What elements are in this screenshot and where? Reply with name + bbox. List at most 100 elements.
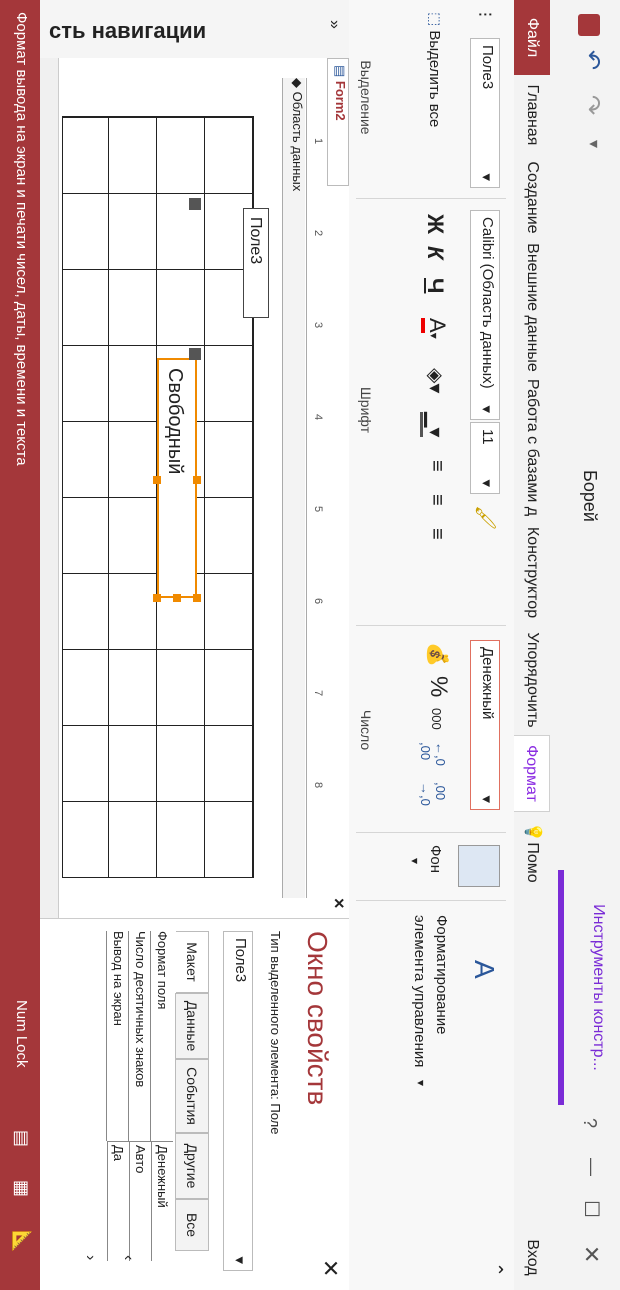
close-property-sheet-icon[interactable]: ✕ xyxy=(317,1259,343,1277)
bold-button[interactable]: Ж xyxy=(422,214,448,234)
property-object-select[interactable]: Поле3 ▾ xyxy=(223,931,253,1271)
title-bar: ↶ ↷ ▾ Борей Инструменты констр... ? — ☐ … xyxy=(550,0,620,1290)
move-handle[interactable] xyxy=(189,348,201,360)
background-image-icon[interactable] xyxy=(458,845,500,887)
line-color-icon[interactable]: ▁▾ xyxy=(420,412,448,438)
section-header[interactable]: ◆ Область данных xyxy=(282,78,305,898)
customize-toolbar-icon[interactable]: ▾ xyxy=(584,140,604,148)
chevron-down-icon: ▾ xyxy=(478,795,495,803)
move-handle[interactable] xyxy=(189,198,201,210)
resize-handle[interactable] xyxy=(153,594,161,602)
tab-database-tools[interactable]: Работа с базами д xyxy=(514,375,550,520)
help-icon[interactable]: ? xyxy=(579,1118,600,1128)
align-right-icon[interactable]: ≡ xyxy=(425,528,448,540)
italic-button[interactable]: К xyxy=(422,246,448,260)
label-control[interactable]: Поле3 xyxy=(243,208,269,318)
document-tab[interactable]: ▤ Form2 xyxy=(327,58,349,186)
lightbulb-icon: 💡 xyxy=(524,822,541,843)
scroll-right-icon[interactable]: › xyxy=(81,1255,99,1260)
tab-format[interactable]: Формат xyxy=(513,735,550,812)
horizontal-scrollbar[interactable] xyxy=(40,58,59,918)
property-tab-other[interactable]: Другие xyxy=(175,1133,209,1199)
tab-home[interactable]: Главная xyxy=(514,75,550,155)
number-group-label: Число xyxy=(358,709,374,751)
font-size-select[interactable]: 11 ▾ xyxy=(470,422,500,494)
tab-create[interactable]: Создание xyxy=(514,155,550,240)
form-icon: ▤ xyxy=(333,65,348,78)
layout-view-icon[interactable]: ▦ xyxy=(11,1180,32,1197)
chevron-down-icon: ▾ xyxy=(478,479,495,487)
decrease-decimal-button[interactable]: ,00 →,0 xyxy=(418,782,448,818)
conditional-format-icon[interactable]: A xyxy=(468,960,500,979)
ribbon: ⫶ Поле3 ▾ ⬚ Выделить все Выделение Calib… xyxy=(348,0,514,1290)
divider xyxy=(356,900,506,901)
underline-button[interactable]: Ч xyxy=(422,278,448,293)
form-view-icon[interactable]: ▤ xyxy=(11,1130,32,1147)
conditional-format-label-1[interactable]: Форматирование xyxy=(433,915,450,1035)
minimize-icon[interactable]: — xyxy=(581,1158,602,1176)
font-color-button[interactable]: A▾ xyxy=(421,318,450,339)
property-value[interactable]: Да xyxy=(107,1141,129,1261)
close-document-icon[interactable]: × xyxy=(328,898,349,909)
fill-color-icon[interactable]: ◈▾ xyxy=(423,368,448,393)
maximize-icon[interactable]: ☐ xyxy=(579,1200,604,1218)
save-icon[interactable] xyxy=(578,14,600,36)
format-painter-icon[interactable]: 🖌 xyxy=(473,505,498,530)
property-tab-events[interactable]: События xyxy=(175,1059,209,1133)
redo-icon[interactable]: ↷ xyxy=(577,95,606,115)
font-family-select[interactable]: Calibri (Область данных) ▾ xyxy=(470,210,500,420)
tab-external-data[interactable]: Внешние данные xyxy=(514,240,550,375)
nav-toggle-icon[interactable]: » xyxy=(325,20,343,29)
document-title: Борей xyxy=(580,470,600,522)
property-value[interactable]: Денежный xyxy=(151,1141,173,1261)
font-color-letter: A xyxy=(421,318,450,333)
resize-handle[interactable] xyxy=(173,594,181,602)
property-tab-data[interactable]: Данные xyxy=(175,993,209,1059)
tab-file[interactable]: Файл xyxy=(514,0,550,75)
document-tab-label: Form2 xyxy=(333,80,348,121)
close-icon[interactable]: ✕ xyxy=(578,1245,604,1263)
property-value[interactable]: Авто xyxy=(129,1141,151,1261)
resize-handle[interactable] xyxy=(193,476,201,484)
tab-signin[interactable]: Вход xyxy=(514,1230,550,1285)
chevron-down-icon: ▾ xyxy=(414,1080,428,1087)
ruler-mark: 7 xyxy=(312,690,324,697)
section-label: Область данных xyxy=(290,91,305,192)
property-name: Число десятичных знаков xyxy=(128,931,151,1141)
increase-decimal-button[interactable]: ←,0 ,00 xyxy=(418,742,448,778)
collapse-ribbon-icon[interactable]: ⌃ xyxy=(485,1262,506,1277)
font-size-value: 11 xyxy=(479,429,496,445)
align-center-icon[interactable]: ≡ xyxy=(425,494,448,506)
resize-handle[interactable] xyxy=(193,594,201,602)
resize-handle[interactable] xyxy=(153,476,161,484)
percent-button[interactable]: % xyxy=(424,676,452,697)
font-group-label: Шрифт xyxy=(358,386,374,434)
design-view-icon[interactable]: 📐 xyxy=(11,1230,32,1252)
undo-icon[interactable]: ↶ xyxy=(577,50,606,70)
tab-arrange[interactable]: Упорядочить xyxy=(514,625,550,735)
chevron-down-icon: ▾ xyxy=(478,173,495,181)
tab-constructor[interactable]: Конструктор xyxy=(514,520,550,625)
object-select-icon: ⫶ xyxy=(474,12,494,17)
align-left-icon[interactable]: ≡ xyxy=(425,460,448,472)
selection-type-label: Тип выделенного элемента: Поле xyxy=(268,931,283,1135)
number-format-select[interactable]: Денежный ▾ xyxy=(470,640,500,810)
form-design-area: ▤ Form2 × 1 2 3 4 5 6 7 8 ◆ Область данных Поле… xyxy=(40,58,349,918)
property-grid: Формат поля Денежный Число десятичных зн… xyxy=(93,931,173,1261)
scroll-left-icon[interactable]: ‹ xyxy=(119,1255,137,1260)
font-family-value: Calibri (Область данных) xyxy=(479,217,496,389)
property-tab-layout[interactable]: Макет xyxy=(176,931,209,993)
property-object-value: Поле3 xyxy=(232,938,249,983)
select-all-button[interactable]: ⬚ Выделить все xyxy=(426,12,444,127)
navigation-pane[interactable]: » сть навигации xyxy=(40,0,349,59)
thousands-button[interactable]: 000 xyxy=(429,708,444,730)
currency-icon[interactable]: 💰 xyxy=(425,642,450,667)
text-control[interactable]: Свободный xyxy=(157,358,197,598)
context-tools-label: Инструменты констр... xyxy=(558,870,620,1105)
ruler-mark: 5 xyxy=(312,506,324,513)
property-tab-all[interactable]: Все xyxy=(175,1199,209,1251)
conditional-format-label-2[interactable]: элемента управления xyxy=(411,915,428,1067)
object-select[interactable]: Поле3 ▾ xyxy=(470,38,500,188)
background-button-label[interactable]: Фон xyxy=(427,845,444,873)
tab-help[interactable]: 💡Помо xyxy=(514,815,550,890)
